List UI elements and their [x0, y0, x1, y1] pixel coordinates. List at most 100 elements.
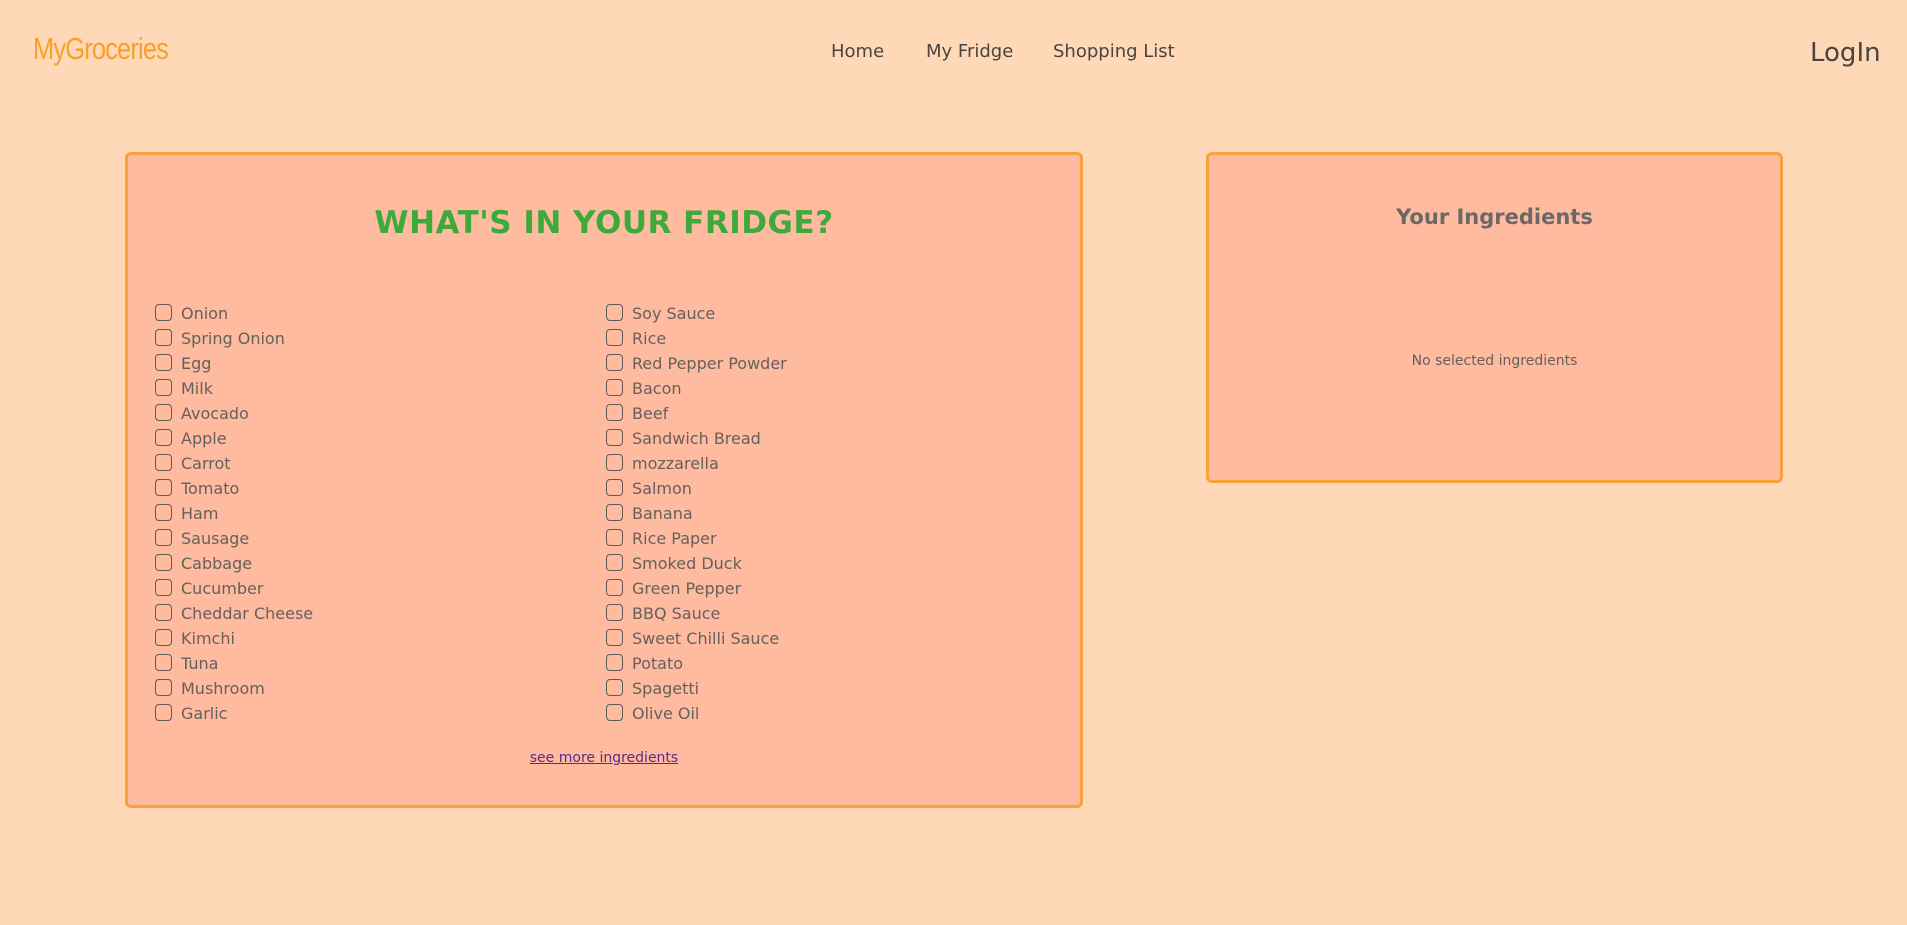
ingredient-label: Green Pepper: [632, 579, 742, 598]
your-ingredients-panel: Your Ingredients No selected ingredients: [1206, 152, 1783, 483]
ingredient-item[interactable]: Rice Paper: [606, 528, 787, 553]
ingredient-item[interactable]: Banana: [606, 503, 787, 528]
ingredient-label: Tomato: [181, 479, 240, 498]
ingredient-checkbox[interactable]: [155, 329, 172, 346]
ingredient-checkbox[interactable]: [606, 354, 623, 371]
ingredient-checkbox[interactable]: [155, 404, 172, 421]
ingredient-item[interactable]: Beef: [606, 403, 787, 428]
ingredient-checkbox[interactable]: [155, 304, 172, 321]
see-more-ingredients-link[interactable]: see more ingredients: [530, 750, 678, 766]
ingredient-item[interactable]: Avocado: [155, 403, 313, 428]
ingredient-item[interactable]: Smoked Duck: [606, 553, 787, 578]
nav-my-fridge[interactable]: My Fridge: [926, 41, 1013, 62]
ingredient-item[interactable]: Sweet Chilli Sauce: [606, 628, 787, 653]
ingredient-checkbox[interactable]: [606, 629, 623, 646]
ingredient-checkbox[interactable]: [155, 654, 172, 671]
ingredient-label: mozzarella: [632, 454, 719, 473]
ingredient-checkbox[interactable]: [606, 404, 623, 421]
ingredient-checkbox[interactable]: [155, 579, 172, 596]
ingredient-label: Spring Onion: [181, 329, 285, 348]
ingredient-item[interactable]: Cheddar Cheese: [155, 603, 313, 628]
ingredient-item[interactable]: Carrot: [155, 453, 313, 478]
ingredient-label: Soy Sauce: [632, 304, 716, 323]
ingredient-label: Egg: [181, 354, 212, 373]
ingredient-item[interactable]: Spagetti: [606, 678, 787, 703]
ingredient-checkbox[interactable]: [155, 554, 172, 571]
ingredient-checkbox[interactable]: [606, 429, 623, 446]
ingredient-label: Beef: [632, 404, 669, 423]
ingredient-label: Ham: [181, 504, 219, 523]
ingredient-label: Tuna: [181, 654, 219, 673]
ingredient-item[interactable]: Bacon: [606, 378, 787, 403]
ingredient-item[interactable]: Green Pepper: [606, 578, 787, 603]
nav-shopping-list[interactable]: Shopping List: [1053, 41, 1175, 62]
ingredient-label: Smoked Duck: [632, 554, 742, 573]
ingredient-checkbox[interactable]: [155, 454, 172, 471]
ingredient-item[interactable]: Garlic: [155, 703, 313, 728]
ingredient-checkbox[interactable]: [606, 329, 623, 346]
nav-home[interactable]: Home: [831, 41, 884, 62]
ingredient-label: Red Pepper Powder: [632, 354, 787, 373]
ingredient-checkbox[interactable]: [155, 629, 172, 646]
ingredient-checkbox[interactable]: [606, 654, 623, 671]
ingredient-checkbox[interactable]: [606, 579, 623, 596]
ingredient-item[interactable]: Egg: [155, 353, 313, 378]
your-ingredients-title: Your Ingredients: [1396, 205, 1593, 229]
ingredient-checkbox[interactable]: [155, 429, 172, 446]
ingredient-item[interactable]: Apple: [155, 428, 313, 453]
fridge-panel: WHAT'S IN YOUR FRIDGE? Onion Spring Onion…: [125, 152, 1083, 808]
ingredient-checkbox[interactable]: [606, 504, 623, 521]
ingredient-checkbox[interactable]: [155, 604, 172, 621]
ingredient-item[interactable]: Cabbage: [155, 553, 313, 578]
ingredient-item[interactable]: Salmon: [606, 478, 787, 503]
main-nav: Home My Fridge Shopping List: [0, 41, 1907, 65]
ingredient-item[interactable]: mozzarella: [606, 453, 787, 478]
ingredient-checkbox[interactable]: [606, 479, 623, 496]
ingredient-label: Kimchi: [181, 629, 235, 648]
ingredient-label: Cabbage: [181, 554, 253, 573]
ingredient-checkbox[interactable]: [155, 379, 172, 396]
ingredient-checkbox[interactable]: [606, 604, 623, 621]
ingredient-checkbox[interactable]: [606, 379, 623, 396]
ingredient-checkbox[interactable]: [155, 704, 172, 721]
ingredient-checkbox[interactable]: [155, 679, 172, 696]
ingredient-item[interactable]: Mushroom: [155, 678, 313, 703]
ingredient-item[interactable]: Sausage: [155, 528, 313, 553]
ingredient-label: Garlic: [181, 704, 228, 723]
ingredient-item[interactable]: Onion: [155, 303, 313, 328]
ingredient-label: Salmon: [632, 479, 692, 498]
ingredient-label: Rice: [632, 329, 667, 348]
ingredient-item[interactable]: Red Pepper Powder: [606, 353, 787, 378]
ingredient-item[interactable]: Tomato: [155, 478, 313, 503]
ingredient-label: Onion: [181, 304, 229, 323]
ingredient-item[interactable]: Tuna: [155, 653, 313, 678]
ingredient-item[interactable]: Kimchi: [155, 628, 313, 653]
ingredient-checkbox[interactable]: [155, 504, 172, 521]
ingredient-checkbox[interactable]: [155, 354, 172, 371]
ingredient-item[interactable]: Sandwich Bread: [606, 428, 787, 453]
ingredient-item[interactable]: Olive Oil: [606, 703, 787, 728]
ingredient-item[interactable]: Potato: [606, 653, 787, 678]
ingredient-checkbox[interactable]: [606, 454, 623, 471]
ingredient-label: Cucumber: [181, 579, 264, 598]
ingredient-item[interactable]: Rice: [606, 328, 787, 353]
ingredient-checkbox[interactable]: [155, 479, 172, 496]
ingredient-item[interactable]: Cucumber: [155, 578, 313, 603]
ingredient-list-right: Soy Sauce Rice Red Pepper Powder Bacon Beef S…: [606, 303, 787, 728]
ingredient-checkbox[interactable]: [606, 679, 623, 696]
ingredient-label: Bacon: [632, 379, 682, 398]
ingredient-item[interactable]: Milk: [155, 378, 313, 403]
ingredient-checkbox[interactable]: [155, 529, 172, 546]
ingredient-label: Sandwich Bread: [632, 429, 761, 448]
ingredient-checkbox[interactable]: [606, 529, 623, 546]
ingredient-item[interactable]: Spring Onion: [155, 328, 313, 353]
ingredient-label: Mushroom: [181, 679, 265, 698]
ingredient-item[interactable]: BBQ Sauce: [606, 603, 787, 628]
ingredient-checkbox[interactable]: [606, 704, 623, 721]
ingredient-checkbox[interactable]: [606, 304, 623, 321]
ingredient-item[interactable]: Ham: [155, 503, 313, 528]
fridge-title: WHAT'S IN YOUR FRIDGE?: [374, 205, 834, 241]
ingredient-item[interactable]: Soy Sauce: [606, 303, 787, 328]
ingredient-checkbox[interactable]: [606, 554, 623, 571]
login-link[interactable]: LogIn: [1810, 38, 1881, 68]
